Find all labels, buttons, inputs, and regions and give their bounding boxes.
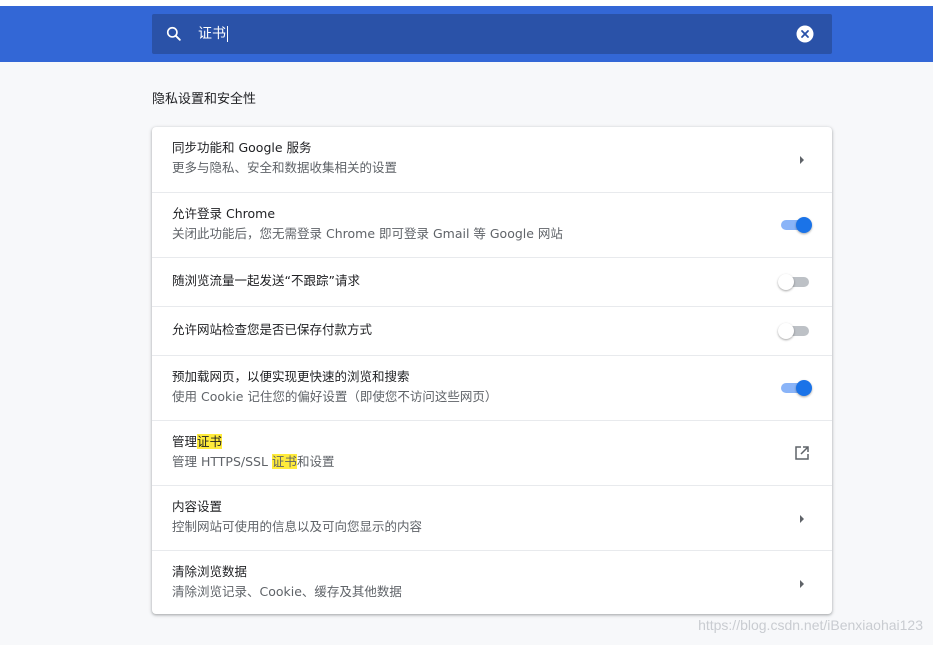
do-not-track-toggle[interactable] [778, 272, 812, 292]
search-input[interactable]: 证书 [198, 14, 228, 54]
settings-search-box[interactable]: 证书 [152, 14, 832, 54]
search-highlight: 证书 [197, 434, 223, 449]
chevron-right-icon[interactable] [798, 513, 806, 525]
section-title: 隐私设置和安全性 [152, 92, 257, 107]
search-highlight: 证书 [271, 454, 297, 469]
search-query: 证书 [198, 26, 226, 42]
payment-methods-toggle[interactable] [778, 321, 812, 341]
row-subtitle: 更多与隐私、安全和数据收集相关的设置 [172, 160, 398, 175]
toggle-knob [796, 380, 812, 396]
row-title: 预加载网页，以便实现更快速的浏览和搜索 [172, 369, 410, 384]
row-allow-chrome-signin: 允许登录 Chrome 关闭此功能后，您无需登录 Chrome 即可登录 Gma… [152, 192, 832, 257]
row-payment-methods: 允许网站检查您是否已保存付款方式 [152, 306, 832, 355]
row-subtitle: 控制网站可使用的信息以及可向您显示的内容 [172, 519, 423, 534]
chevron-right-icon[interactable] [798, 578, 806, 590]
row-title: 随浏览流量一起发送“不跟踪”请求 [172, 273, 360, 288]
row-subtitle: 关闭此功能后，您无需登录 Chrome 即可登录 Gmail 等 Google … [172, 226, 563, 241]
row-title: 同步功能和 Google 服务 [172, 140, 312, 155]
row-title: 清除浏览数据 [172, 564, 248, 579]
clear-search-icon[interactable] [796, 25, 814, 43]
row-title: 管理证书 [172, 433, 223, 451]
row-subtitle: 使用 Cookie 记住您的偏好设置（即使您不访问这些网页） [172, 389, 498, 404]
search-icon [166, 26, 181, 41]
title-prefix: 管理 [172, 434, 198, 449]
external-link-icon[interactable] [794, 445, 810, 461]
row-title: 允许网站检查您是否已保存付款方式 [172, 322, 373, 337]
watermark: https://blog.csdn.net/iBenxiaohai123 [698, 617, 923, 633]
row-content-settings[interactable]: 内容设置 控制网站可使用的信息以及可向您显示的内容 [152, 485, 832, 550]
row-preload-pages: 预加载网页，以便实现更快速的浏览和搜索 使用 Cookie 记住您的偏好设置（即… [152, 355, 832, 420]
row-subtitle: 管理 HTTPS/SSL 证书和设置 [172, 453, 334, 471]
row-subtitle: 清除浏览记录、Cookie、缓存及其他数据 [172, 584, 402, 599]
preload-pages-toggle[interactable] [778, 378, 812, 398]
privacy-security-card: 同步功能和 Google 服务 更多与隐私、安全和数据收集相关的设置 允许登录 … [152, 127, 832, 614]
subtitle-prefix: 管理 HTTPS/SSL [172, 454, 272, 469]
chevron-right-icon[interactable] [798, 154, 806, 166]
toggle-knob [778, 323, 794, 339]
toggle-knob [796, 217, 812, 233]
subtitle-suffix: 和设置 [296, 454, 335, 469]
row-manage-certificates[interactable]: 管理证书 管理 HTTPS/SSL 证书和设置 [152, 420, 832, 485]
text-caret [227, 26, 228, 42]
row-title: 内容设置 [172, 499, 223, 514]
row-do-not-track: 随浏览流量一起发送“不跟踪”请求 [152, 257, 832, 306]
allow-signin-toggle[interactable] [778, 215, 812, 235]
row-title: 允许登录 Chrome [172, 206, 276, 221]
row-clear-browsing-data[interactable]: 清除浏览数据 清除浏览记录、Cookie、缓存及其他数据 [152, 550, 832, 614]
row-sync-google-services[interactable]: 同步功能和 Google 服务 更多与隐私、安全和数据收集相关的设置 [152, 127, 832, 192]
settings-toolbar: 证书 [0, 6, 933, 62]
toggle-knob [778, 274, 794, 290]
